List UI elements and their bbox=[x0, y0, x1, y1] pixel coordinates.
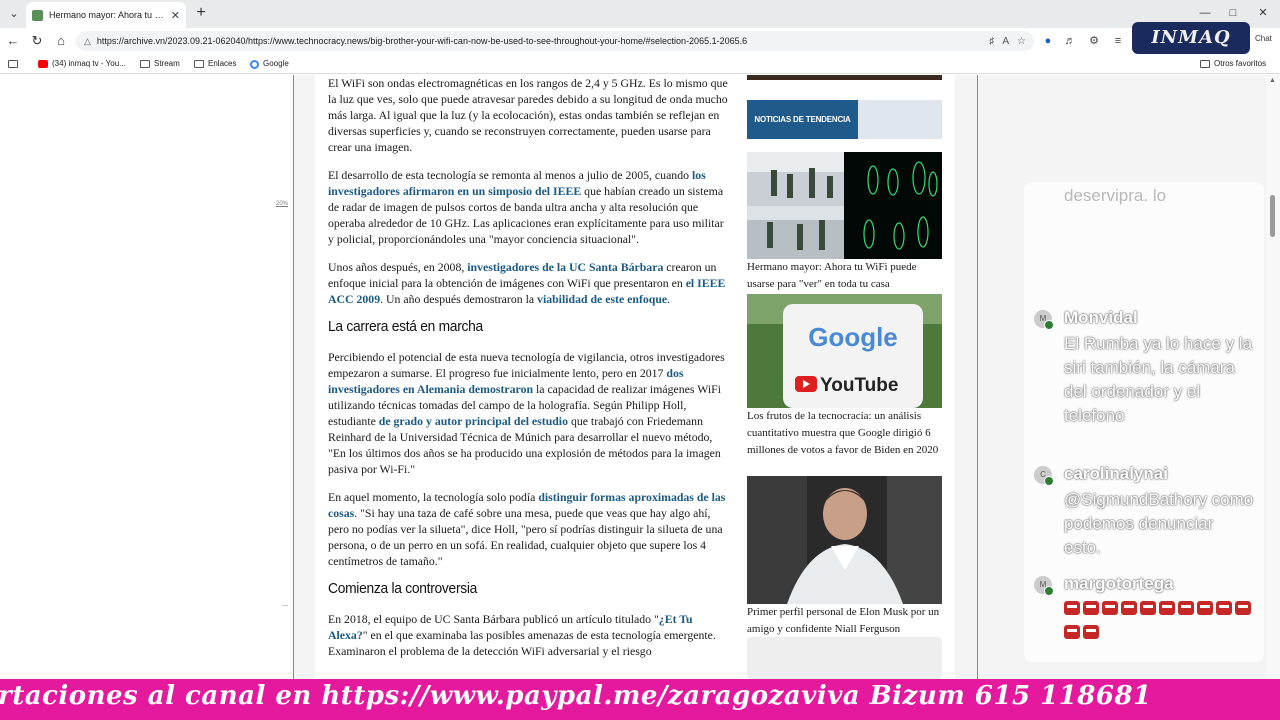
donation-ticker: rtaciones al canal en https://www.paypal… bbox=[0, 679, 1280, 720]
angry-emoji-icon bbox=[1140, 601, 1156, 615]
collections-icon[interactable]: ≡ bbox=[1110, 33, 1126, 49]
extensions-puzzle-icon[interactable]: ⚙ bbox=[1086, 33, 1102, 49]
moderator-badge-icon bbox=[1044, 476, 1054, 486]
folder-icon bbox=[1200, 60, 1210, 68]
navigation-bar: ← ↻ ⌂ △ https://archive.vn/2023.09.21-06… bbox=[0, 28, 1280, 54]
avatar: C bbox=[1034, 466, 1054, 486]
frame-border-left bbox=[293, 75, 294, 679]
bookmarks-menu-icon[interactable] bbox=[8, 57, 22, 71]
bookmark-folder-stream[interactable]: Stream bbox=[140, 57, 180, 71]
reload-icon[interactable]: ↻ bbox=[28, 32, 46, 50]
lock-icon[interactable]: △ bbox=[84, 36, 91, 47]
angry-emoji-icon bbox=[1178, 601, 1194, 615]
angry-emoji-icon bbox=[1064, 601, 1080, 615]
trending-caption[interactable]: Hermano mayor: Ahora tu WiFi puede usars… bbox=[747, 259, 942, 293]
trending-thumbnail-next[interactable] bbox=[747, 637, 942, 679]
angry-emoji-icon bbox=[1159, 601, 1175, 615]
active-tab[interactable]: Hermano mayor: Ahora tu WiFi puede usars… bbox=[26, 2, 186, 28]
link-ucsb-researchers[interactable]: investigadores de la UC Santa Bárbara bbox=[467, 260, 663, 274]
link-lead-author[interactable]: de grado y autor principal del estudio bbox=[379, 414, 568, 428]
new-tab-icon[interactable]: + bbox=[192, 4, 210, 22]
scroll-up-icon[interactable]: ▲ bbox=[1269, 77, 1276, 84]
chat-label[interactable]: Chat bbox=[1255, 34, 1272, 43]
chat-text: El Rumba ya lo hace y la siri también, l… bbox=[1064, 334, 1253, 425]
paragraph: Percibiendo el potencial de esta nueva t… bbox=[328, 350, 725, 476]
youtube-icon bbox=[38, 60, 48, 68]
site-favicon-icon bbox=[32, 9, 43, 21]
angry-emoji-icon bbox=[1235, 601, 1251, 615]
paragraph: Unos años después, en 2008, investigador… bbox=[328, 260, 726, 306]
paragraph: En aquel momento, la tecnología solo pod… bbox=[328, 490, 726, 568]
back-icon[interactable]: ← bbox=[4, 32, 22, 50]
angry-emoji-icon bbox=[1197, 601, 1213, 615]
angry-emoji-icon bbox=[1216, 601, 1232, 615]
scroll-thumb[interactable] bbox=[1270, 195, 1275, 237]
favorite-star-icon[interactable]: ☆ bbox=[1017, 36, 1026, 47]
chat-username: margotortega bbox=[1064, 574, 1174, 593]
gutter-marker: — bbox=[282, 603, 288, 609]
page-scrollbar[interactable]: ▲ bbox=[1266, 75, 1280, 679]
extension-icon[interactable]: ● bbox=[1040, 33, 1056, 49]
paragraph: El desarrollo de esta tecnología se remo… bbox=[328, 168, 724, 246]
paragraph: En 2018, el equipo de UC Santa Bárbara p… bbox=[328, 612, 716, 658]
chat-username: carolinalynai bbox=[1064, 464, 1168, 483]
trending-caption[interactable]: Primer perfil personal de Elon Musk por … bbox=[747, 604, 942, 638]
sidebar-image-edge bbox=[747, 75, 942, 80]
bookmark-youtube[interactable]: (34) inmaq tv - You... bbox=[38, 57, 126, 71]
trending-caption[interactable]: Los frutos de la tecnocracia: un análisi… bbox=[747, 408, 942, 459]
youtube-sign-text: YouTube bbox=[820, 375, 898, 396]
trending-thumbnail-wifi[interactable] bbox=[747, 152, 942, 259]
home-icon[interactable]: ⌂ bbox=[52, 32, 70, 50]
channel-logo: INMAQ bbox=[1132, 22, 1250, 54]
close-window-icon[interactable]: ✕ bbox=[1248, 4, 1278, 22]
angry-emoji-icon bbox=[1121, 601, 1137, 615]
angry-emoji-icon bbox=[1083, 625, 1099, 639]
maximize-icon[interactable]: □ bbox=[1218, 4, 1248, 22]
speaker-icon[interactable]: ♬ bbox=[1062, 33, 1078, 49]
frame-border-right bbox=[977, 75, 978, 679]
address-bar[interactable]: △ https://archive.vn/2023.09.21-062040/h… bbox=[76, 31, 1034, 51]
angry-emoji-icon bbox=[1083, 601, 1099, 615]
trending-header: NOTICIAS DE TENDENCIA bbox=[747, 100, 942, 139]
section-heading: Comienza la controversia bbox=[328, 580, 478, 597]
tab-title: Hermano mayor: Ahora tu WiFi puede usars… bbox=[49, 10, 167, 20]
tab-search-chevron-icon[interactable]: ⌄ bbox=[6, 6, 22, 22]
angry-emoji-icon bbox=[1064, 625, 1080, 639]
moderator-badge-icon bbox=[1044, 586, 1054, 596]
trending-thumbnail-musk[interactable] bbox=[747, 476, 942, 604]
google-sign-text: Google bbox=[808, 322, 898, 352]
folder-icon bbox=[194, 60, 204, 68]
chat-emoji-row bbox=[1064, 598, 1254, 646]
bookmark-other-favorites[interactable]: Otros favoritos bbox=[1200, 57, 1266, 71]
trending-thumbnail-google[interactable]: Google YouTube bbox=[747, 294, 942, 408]
close-tab-icon[interactable]: ✕ bbox=[171, 9, 180, 22]
archive-gutter bbox=[0, 75, 293, 679]
chat-faded-message: deservipra. lo bbox=[1064, 186, 1167, 205]
moderator-badge-icon bbox=[1044, 320, 1054, 330]
avatar: M bbox=[1034, 576, 1054, 596]
scroll-percent-link[interactable]: 20% bbox=[276, 201, 288, 207]
stream-chat-overlay: deservipra. lo M Monvidal El Rumba ya lo… bbox=[1024, 182, 1264, 662]
folder-icon bbox=[140, 60, 150, 68]
bookmark-folder-enlaces[interactable]: Enlaces bbox=[194, 57, 236, 71]
article-body: El WiFi son ondas electromagnéticas en l… bbox=[328, 75, 730, 671]
bookmarks-bar: (34) inmaq tv - You... Stream Enlaces Go… bbox=[0, 54, 1280, 74]
url-text: https://archive.vn/2023.09.21-062040/htt… bbox=[96, 36, 748, 46]
angry-emoji-icon bbox=[1102, 601, 1118, 615]
tab-strip: ⌄ Hermano mayor: Ahora tu WiFi puede usa… bbox=[0, 0, 1280, 28]
avatar: M bbox=[1034, 310, 1054, 330]
section-heading: La carrera está en marcha bbox=[328, 318, 483, 335]
chat-username: Monvidal bbox=[1064, 308, 1138, 327]
trending-label: NOTICIAS DE TENDENCIA bbox=[747, 100, 858, 139]
bookmark-google[interactable]: Google bbox=[250, 57, 289, 71]
read-aloud-icon[interactable]: A bbox=[1002, 36, 1009, 47]
translate-icon[interactable]: ♯ bbox=[989, 36, 994, 47]
link-feasibility[interactable]: viabilidad de este enfoque bbox=[537, 292, 667, 306]
ticker-text: rtaciones al canal en https://www.paypal… bbox=[0, 681, 1152, 711]
google-icon bbox=[250, 59, 259, 69]
paragraph: El WiFi son ondas electromagnéticas en l… bbox=[328, 76, 728, 154]
minimize-icon[interactable]: — bbox=[1190, 4, 1220, 22]
chat-text: @SigmundBathory como podemos denunciar e… bbox=[1064, 490, 1254, 557]
